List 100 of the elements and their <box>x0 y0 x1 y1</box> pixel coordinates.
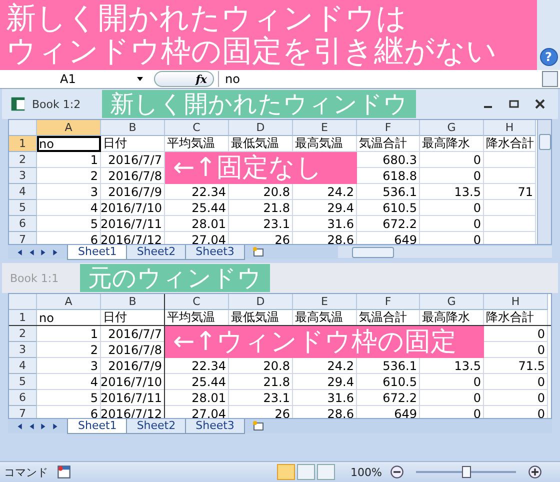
row-header[interactable]: 5 <box>9 200 37 216</box>
row-header[interactable]: 1 <box>9 136 37 152</box>
table-cell: 21.8 <box>229 374 293 390</box>
status-mode: コマンド <box>4 464 48 480</box>
column-header[interactable]: D <box>229 294 293 310</box>
table-cell: 降水合計 <box>484 136 536 152</box>
column-header[interactable]: H <box>484 120 536 136</box>
table-cell <box>484 200 536 216</box>
sheet-tab[interactable]: Sheet2 <box>126 418 187 434</box>
table-cell: 5 <box>37 390 101 406</box>
table-cell: 気温合計 <box>357 136 420 152</box>
table-cell: 29.4 <box>293 374 357 390</box>
column-header[interactable]: F <box>357 120 420 136</box>
table-cell: 23.1 <box>229 216 293 232</box>
table-cell: 672.2 <box>357 390 420 406</box>
zoom-out-icon[interactable] <box>390 465 404 479</box>
row-header[interactable]: 3 <box>9 342 37 358</box>
table-cell: 0 <box>420 374 484 390</box>
annotation-label: 元のウィンドウ <box>80 264 270 292</box>
close-icon[interactable] <box>534 98 546 110</box>
annotation-label: 新しく開かれたウィンドウ <box>102 90 416 118</box>
column-header[interactable]: E <box>293 294 357 310</box>
table-cell: 0 <box>420 390 484 406</box>
table-cell: 3 <box>37 358 101 374</box>
row-header[interactable]: 2 <box>9 152 37 168</box>
table-cell: no <box>37 136 101 152</box>
column-header[interactable]: C <box>165 120 229 136</box>
row-header[interactable]: 7 <box>9 406 37 418</box>
row-header[interactable]: 1 <box>9 310 37 326</box>
table-cell: 0 <box>420 200 484 216</box>
column-header[interactable]: B <box>101 120 165 136</box>
table-cell: 21.8 <box>229 200 293 216</box>
new-sheet-icon[interactable] <box>251 246 266 258</box>
banner-text: 新しく開かれたウィンドウは <box>6 2 408 35</box>
table-cell <box>484 152 536 168</box>
new-sheet-icon[interactable] <box>251 420 266 432</box>
column-header[interactable]: F <box>357 294 420 310</box>
table-cell: 1 <box>37 152 101 168</box>
table-cell: 最高降水 <box>420 136 484 152</box>
row-header[interactable]: 5 <box>9 374 37 390</box>
row-header[interactable]: 7 <box>9 232 37 244</box>
table-cell: 2016/7/10 <box>101 200 165 216</box>
zoom-in-icon[interactable] <box>528 465 542 479</box>
table-cell: 31.6 <box>293 216 357 232</box>
table-cell: 0 <box>484 390 548 406</box>
sheet-tab[interactable]: Sheet2 <box>126 244 187 260</box>
sheet-tab[interactable]: Sheet3 <box>184 244 246 260</box>
row-header[interactable]: 4 <box>9 184 37 200</box>
column-header[interactable]: E <box>293 120 357 136</box>
sheet-tab[interactable]: Sheet1 <box>67 418 128 434</box>
annotation-label: ←↑固定なし <box>165 152 357 184</box>
column-header[interactable]: G <box>420 120 484 136</box>
name-box[interactable]: A1 <box>0 71 150 87</box>
row-header[interactable]: 6 <box>9 216 37 232</box>
restore-icon[interactable] <box>508 98 520 110</box>
table-cell: 13.5 <box>420 184 484 200</box>
table-cell: 2016/7/9 <box>101 184 165 200</box>
table-cell: 536.1 <box>357 184 420 200</box>
table-cell: 日付 <box>101 136 165 152</box>
row-header[interactable]: 3 <box>9 168 37 184</box>
sheet-tab[interactable]: Sheet3 <box>184 418 246 434</box>
insert-function-button[interactable]: fx <box>154 71 214 87</box>
table-cell: 2 <box>37 342 101 358</box>
table-cell: 0 <box>420 152 484 168</box>
column-header[interactable]: H <box>484 294 548 310</box>
column-header[interactable]: A <box>37 294 101 310</box>
vertical-scrollbar[interactable] <box>537 120 551 244</box>
table-cell: 2 <box>37 168 101 184</box>
column-header[interactable]: A <box>37 120 101 136</box>
dropdown-icon <box>136 76 144 82</box>
table-cell: 71.5 <box>484 358 548 374</box>
table-cell: 0 <box>420 168 484 184</box>
help-button[interactable]: ? <box>540 48 558 66</box>
sheet-tab[interactable]: Sheet1 <box>67 244 128 260</box>
table-cell <box>484 168 536 184</box>
row-header[interactable]: 4 <box>9 358 37 374</box>
table-cell: 71 <box>484 184 536 200</box>
table-cell <box>484 216 536 232</box>
column-header[interactable]: B <box>101 294 165 310</box>
column-header[interactable]: G <box>420 294 484 310</box>
slider-thumb[interactable] <box>462 466 471 478</box>
column-header[interactable]: C <box>165 294 229 310</box>
row-header[interactable]: 6 <box>9 390 37 406</box>
zoom-level: 100% <box>350 466 382 478</box>
table-cell: 0 <box>484 374 548 390</box>
horizontal-scrollbar[interactable] <box>338 246 552 258</box>
window-title: Book 1:1 <box>10 272 60 284</box>
table-cell: 3 <box>37 184 101 200</box>
table-cell: 4 <box>37 200 101 216</box>
banner-text: ウィンドウ枠の固定を引き継がない <box>6 35 498 68</box>
spreadsheet-icon <box>10 96 26 112</box>
table-cell: 0 <box>420 216 484 232</box>
table-cell: 610.5 <box>357 374 420 390</box>
row-header[interactable]: 2 <box>9 326 37 342</box>
macro-icon <box>56 465 72 479</box>
table-cell: 29.4 <box>293 200 357 216</box>
formula-field[interactable]: no <box>218 71 538 87</box>
table-cell: 5 <box>37 216 101 232</box>
expand-button[interactable] <box>542 71 558 87</box>
column-header[interactable]: D <box>229 120 293 136</box>
